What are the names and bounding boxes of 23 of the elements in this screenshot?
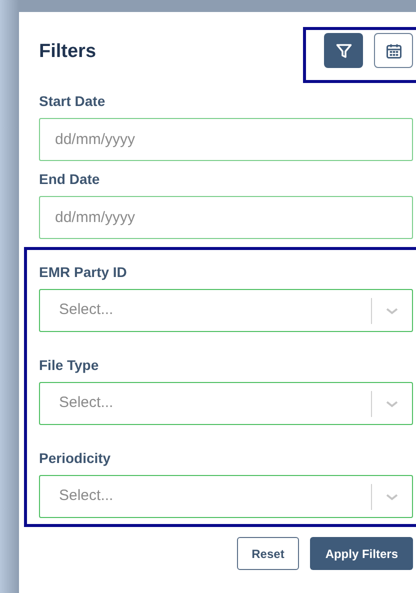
select-field[interactable]: Select... xyxy=(39,382,413,425)
field-label: File Type xyxy=(39,358,100,372)
filter-icon xyxy=(334,42,352,60)
calendar-icon xyxy=(384,42,402,60)
date-field[interactable]: dd/mm/yyyy xyxy=(39,118,413,161)
chevron-down-icon xyxy=(385,306,399,316)
panel-title: Filters xyxy=(39,40,96,64)
date-field[interactable]: dd/mm/yyyy xyxy=(39,196,413,239)
chevron-down-icon xyxy=(385,492,399,502)
calendar-button[interactable] xyxy=(374,33,413,68)
field-label: End Date xyxy=(39,172,101,186)
select-field[interactable]: Select... xyxy=(39,289,413,332)
select-placeholder: Select... xyxy=(58,486,114,506)
select-placeholder: Select... xyxy=(58,393,114,414)
field-label: Periodicity xyxy=(39,451,112,465)
apply-filters-button[interactable]: Apply Filters xyxy=(310,537,413,570)
field-label: Start Date xyxy=(39,94,106,108)
filter-button[interactable] xyxy=(324,33,363,68)
select-field[interactable]: Select... xyxy=(39,475,413,518)
select-placeholder: Select... xyxy=(58,300,114,320)
field-label: EMR Party ID xyxy=(39,265,128,279)
reset-button[interactable]: Reset xyxy=(236,537,300,570)
chevron-down-icon xyxy=(385,398,399,408)
